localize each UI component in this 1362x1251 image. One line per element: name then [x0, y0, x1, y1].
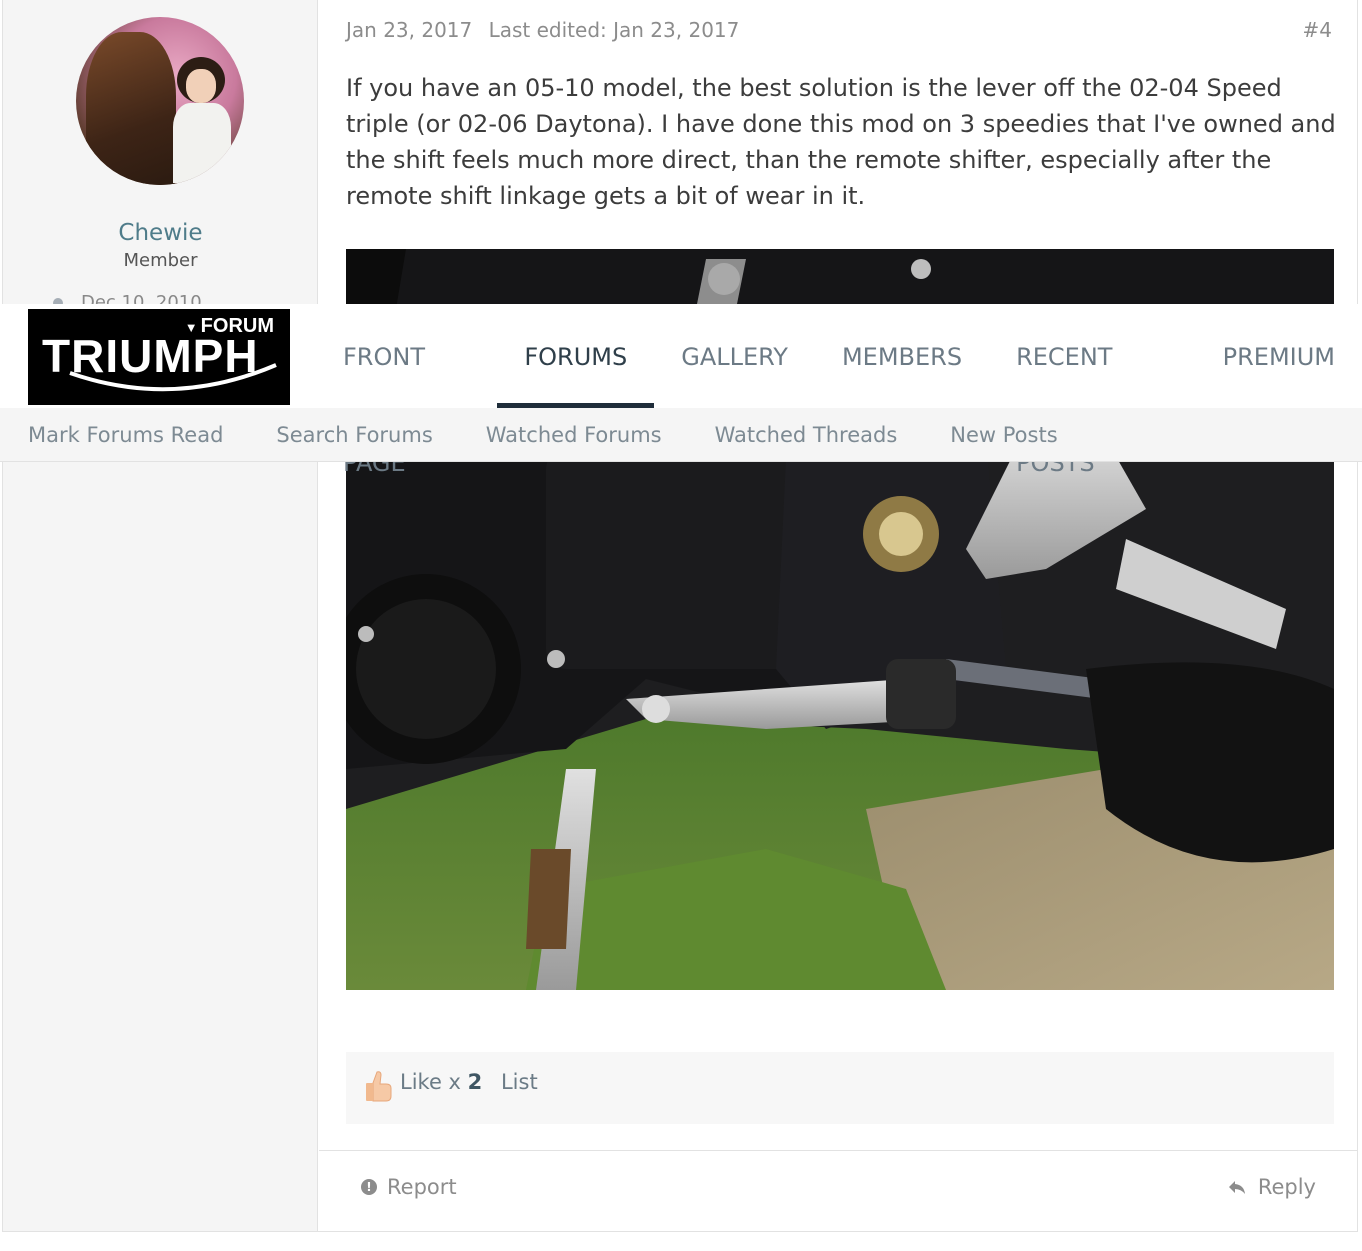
post-date[interactable]: Jan 23, 2017: [346, 18, 472, 42]
post-footer: ! Report Reply: [319, 1150, 1358, 1231]
nav-members[interactable]: MEMBERS: [815, 304, 989, 408]
subnav-watched-forums[interactable]: Watched Forums: [486, 408, 662, 461]
nav-front-page[interactable]: FRONT PAGE: [316, 304, 497, 477]
nav-forums[interactable]: FORUMS: [497, 304, 655, 408]
main-nav: FRONT PAGE FORUMS GALLERY MEMBERS RECENT…: [316, 304, 1362, 477]
nav-gallery[interactable]: GALLERY: [654, 304, 815, 408]
message-main: Jan 23, 2017 Last edited: Jan 23, 2017 #…: [319, 0, 1358, 1231]
site-header: ▼ FORUM TRIUMPH FRONT PAGE FORUMS GALLERY…: [0, 304, 1362, 477]
message-body: If you have an 05-10 model, the best sol…: [346, 74, 1336, 210]
triumph-forum-logo[interactable]: ▼ FORUM TRIUMPH: [28, 309, 290, 405]
likes-list-link[interactable]: List: [501, 1070, 538, 1094]
post-number-link[interactable]: #4: [1303, 18, 1332, 42]
report-button[interactable]: ! Report: [361, 1175, 457, 1199]
reply-arrow-icon: [1228, 1181, 1245, 1194]
thumbs-up-icon: [366, 1071, 392, 1102]
logo-swoosh-icon: [69, 363, 277, 392]
post-meta: Jan 23, 2017 Last edited: Jan 23, 2017: [346, 18, 739, 42]
user-avatar[interactable]: [76, 17, 244, 185]
user-title: Member: [123, 250, 198, 271]
reply-button[interactable]: Reply: [1228, 1175, 1316, 1199]
last-edited: Last edited: Jan 23, 2017: [488, 18, 740, 42]
username-link[interactable]: Chewie: [3, 220, 318, 246]
reactions-bar: Like x 2 List: [346, 1052, 1334, 1124]
forums-subnav: Mark Forums Read Search Forums Watched F…: [0, 408, 1362, 462]
alert-icon: !: [361, 1179, 377, 1195]
subnav-search-forums[interactable]: Search Forums: [276, 408, 432, 461]
user-info-column: Chewie Member Dec 10, 2010: [3, 0, 318, 1231]
subnav-mark-forums-read[interactable]: Mark Forums Read: [28, 408, 223, 461]
nav-recent-posts[interactable]: RECENT POSTS: [989, 304, 1196, 477]
message-post: Chewie Member Dec 10, 2010 Jan 23, 2017 …: [2, 0, 1358, 1232]
subnav-watched-threads[interactable]: Watched Threads: [715, 408, 898, 461]
likes-count: 2: [467, 1070, 483, 1094]
likes-summary: Like x 2 List: [400, 1070, 538, 1094]
subnav-new-posts[interactable]: New Posts: [950, 408, 1057, 461]
nav-premium[interactable]: PREMIUM: [1196, 304, 1362, 408]
